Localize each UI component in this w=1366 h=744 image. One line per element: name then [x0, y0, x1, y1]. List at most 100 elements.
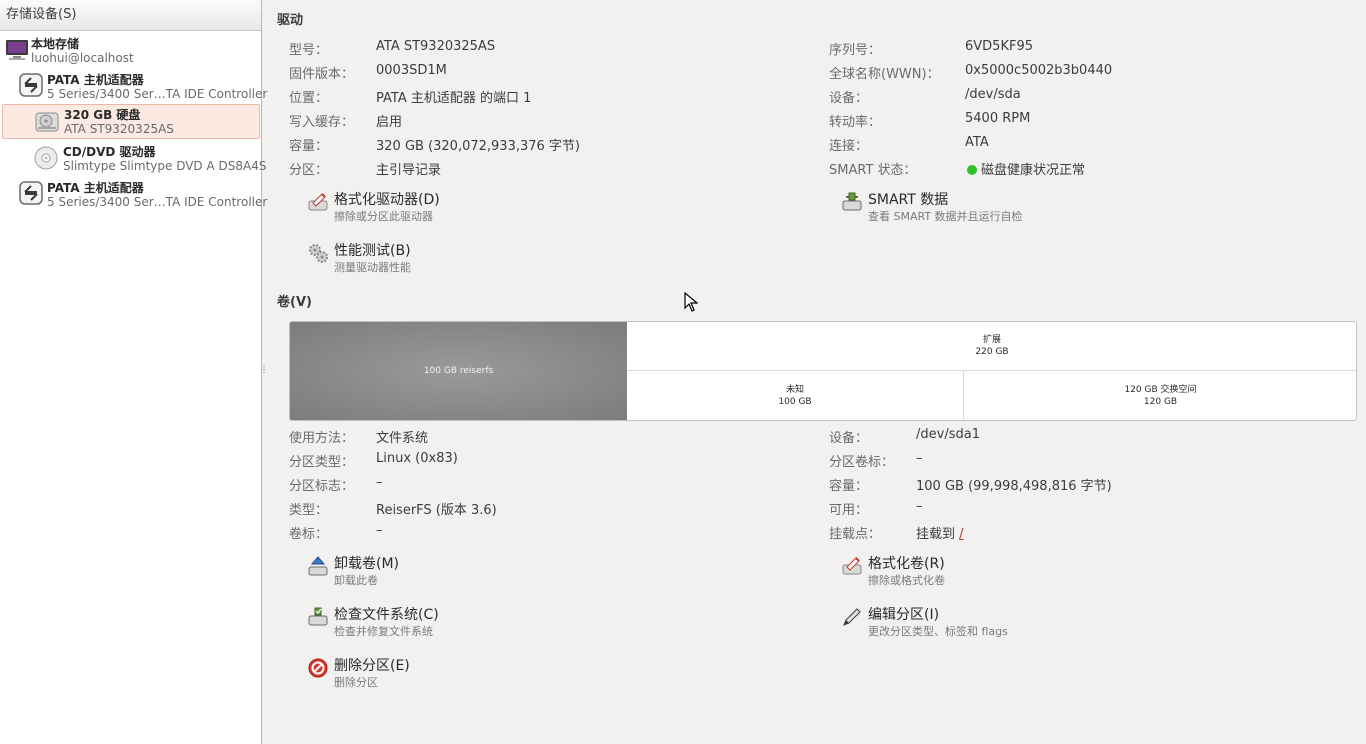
check-filesystem-button[interactable]: 检查文件系统(C) 检查并修复文件系统	[307, 604, 667, 644]
smart-status-text: 磁盘健康状况正常	[981, 163, 1086, 178]
drive-partitioning-label: 分区：	[289, 163, 329, 178]
tree-item-subtitle: 5 Series/3400 Ser…TA IDE Controller	[47, 87, 268, 101]
action-subtitle: 检查并修复文件系统	[334, 625, 433, 638]
volume-type-value: ReiserFS (版本 3.6)	[376, 503, 497, 518]
tree-item-subtitle: ATA ST9320325AS	[64, 122, 174, 136]
unmount-volume-button[interactable]: 卸载卷(M) 卸载此卷	[307, 553, 667, 593]
delete-partition-button[interactable]: 删除分区(E) 删除分区	[307, 655, 667, 695]
volume-graph: 100 GB reiserfs 扩展 220 GB 未知 100 GB 120 …	[289, 321, 1357, 421]
drive-capacity-value: 320 GB (320,072,933,376 字节)	[376, 139, 580, 154]
smart-data-button[interactable]: SMART 数据 查看 SMART 数据并且运行自检	[841, 189, 1201, 229]
action-title: 检查文件系统(C)	[334, 607, 439, 623]
volume-label-label: 卷标：	[289, 527, 329, 542]
volume-segment-label: 扩展	[982, 335, 1001, 345]
action-title: 格式化驱动器(D)	[334, 192, 440, 208]
action-title: 性能测试(B)	[334, 243, 411, 259]
action-subtitle: 更改分区类型、标签和 flags	[868, 625, 1008, 638]
edit-partition-icon	[843, 608, 861, 626]
tree-item-name: PATA 主机适配器	[47, 73, 144, 87]
volume-partition-flags-value: –	[376, 475, 383, 490]
format-volume-icon	[842, 557, 862, 575]
format-drive-button[interactable]: 格式化驱动器(D) 擦除或分区此驱动器	[307, 189, 667, 229]
volume-device-value: /dev/sda1	[916, 427, 980, 442]
tree-item-name: PATA 主机适配器	[47, 181, 144, 195]
mouse-cursor-icon	[684, 292, 698, 312]
action-title: 格式化卷(R)	[868, 556, 945, 572]
drive-section-title: 驱动	[277, 13, 304, 28]
tree-item-320gb-harddisk[interactable]: 320 GB 硬盘 ATA ST9320325AS	[2, 104, 260, 139]
format-drive-icon	[308, 193, 328, 211]
drive-rotation-label: 转动率：	[829, 115, 882, 130]
status-ok-icon	[967, 165, 977, 175]
mount-point-link[interactable]: /	[959, 527, 963, 542]
edit-partition-button[interactable]: 编辑分区(I) 更改分区类型、标签和 flags	[841, 604, 1201, 644]
drive-write-cache-value: 启用	[376, 115, 403, 130]
smart-data-icon	[842, 192, 862, 211]
volume-partition-label-label: 分区卷标：	[829, 455, 895, 470]
action-title: 卸载卷(M)	[334, 556, 400, 572]
tree-item-local-storage[interactable]: 本地存储 luohui@localhost	[0, 33, 261, 69]
tree-item-name: CD/DVD 驱动器	[63, 145, 156, 159]
action-subtitle: 擦除或分区此驱动器	[334, 210, 433, 223]
main-panel: 驱动 型号： ATA ST9320325AS 固件版本： 0003SD1M 位置…	[263, 0, 1366, 744]
action-subtitle: 卸载此卷	[334, 574, 378, 587]
action-subtitle: 查看 SMART 数据并且运行自检	[868, 210, 1023, 223]
computer-icon	[6, 40, 28, 60]
benchmark-button[interactable]: 性能测试(B) 测量驱动器性能	[307, 240, 667, 280]
tree-item-subtitle: Slimtype Slimtype DVD A DS8A4S	[63, 159, 267, 173]
volume-partition-label-value: –	[916, 451, 923, 466]
drive-connection-value: ATA	[965, 135, 989, 150]
storage-devices-sidebar: 存储设备(S) 本地存储 luohui@localhost PATA 主机适配器…	[0, 0, 267, 744]
drive-serial-label: 序列号：	[829, 43, 882, 58]
drive-model-label: 型号：	[289, 43, 329, 58]
tree-item-pata-controller-1[interactable]: PATA 主机适配器 5 Series/3400 Ser…TA IDE Cont…	[0, 69, 267, 105]
volume-segment-label: 未知	[785, 384, 804, 395]
drive-write-cache-label: 写入缓存：	[289, 115, 355, 130]
action-title: SMART 数据	[868, 192, 949, 208]
tree-item-subtitle: luohui@localhost	[31, 51, 134, 65]
drive-firmware-label: 固件版本：	[289, 67, 355, 82]
tree-item-pata-controller-2[interactable]: PATA 主机适配器 5 Series/3400 Ser…TA IDE Cont…	[0, 177, 267, 213]
optical-disc-icon	[34, 146, 58, 170]
check-filesystem-icon	[308, 607, 328, 626]
volume-segment-size: 100 GB	[778, 396, 812, 407]
volume-usage-value: 文件系统	[376, 431, 429, 446]
tree-item-name: 本地存储	[31, 37, 80, 51]
drive-serial-value: 6VD5KF95	[965, 39, 1033, 54]
drive-partitioning-value: 主引导记录	[376, 163, 442, 178]
volume-available-value: –	[916, 499, 923, 514]
drive-wwn-label: 全球名称(WWN)：	[829, 67, 940, 82]
sidebar-header: 存储设备(S)	[0, 0, 261, 31]
drive-capacity-label: 容量：	[289, 139, 329, 154]
volume-capacity-label: 容量：	[829, 479, 869, 494]
tree-item-cd-dvd-drive[interactable]: CD/DVD 驱动器 Slimtype Slimtype DVD A DS8A4…	[0, 141, 266, 177]
volume-partition-type-value: Linux (0x83)	[376, 451, 458, 466]
volume-segment-label: 100 GB reiserfs	[423, 366, 494, 376]
tree-item-name: 320 GB 硬盘	[64, 108, 141, 122]
volume-segment-label: 120 GB 交换空间	[1124, 384, 1197, 395]
drive-smart-status-value: 磁盘健康状况正常	[967, 159, 1085, 178]
controller-icon	[19, 181, 43, 205]
volume-segment-swap[interactable]: 120 GB 交换空间 120 GB	[964, 371, 1356, 420]
drive-device-label: 设备：	[829, 91, 869, 106]
drive-connection-label: 连接：	[829, 139, 869, 154]
volume-capacity-value: 100 GB (99,998,498,816 字节)	[916, 479, 1112, 494]
volume-segment-size: 220 GB	[975, 347, 1009, 357]
volume-type-label: 类型：	[289, 503, 329, 518]
harddisk-icon	[35, 112, 59, 132]
drive-model-value: ATA ST9320325AS	[376, 39, 496, 54]
volume-segment-unknown[interactable]: 未知 100 GB	[627, 371, 964, 420]
volume-partition-flags-label: 分区标志：	[289, 479, 355, 494]
format-volume-button[interactable]: 格式化卷(R) 擦除或格式化卷	[841, 553, 1201, 593]
drive-location-label: 位置：	[289, 91, 329, 106]
volume-segment-reiserfs[interactable]: 100 GB reiserfs	[290, 322, 627, 420]
action-subtitle: 删除分区	[334, 676, 378, 689]
drive-wwn-value: 0x5000c5002b3b0440	[965, 63, 1113, 78]
drive-location-value: PATA 主机适配器 的端口 1	[376, 91, 532, 106]
volume-segment-extended[interactable]: 扩展 220 GB	[627, 322, 1356, 371]
volume-mount-point-label: 挂载点：	[829, 527, 882, 542]
action-subtitle: 擦除或格式化卷	[868, 574, 945, 587]
action-title: 删除分区(E)	[334, 658, 410, 674]
controller-icon	[19, 73, 43, 97]
action-title: 编辑分区(I)	[868, 607, 940, 623]
